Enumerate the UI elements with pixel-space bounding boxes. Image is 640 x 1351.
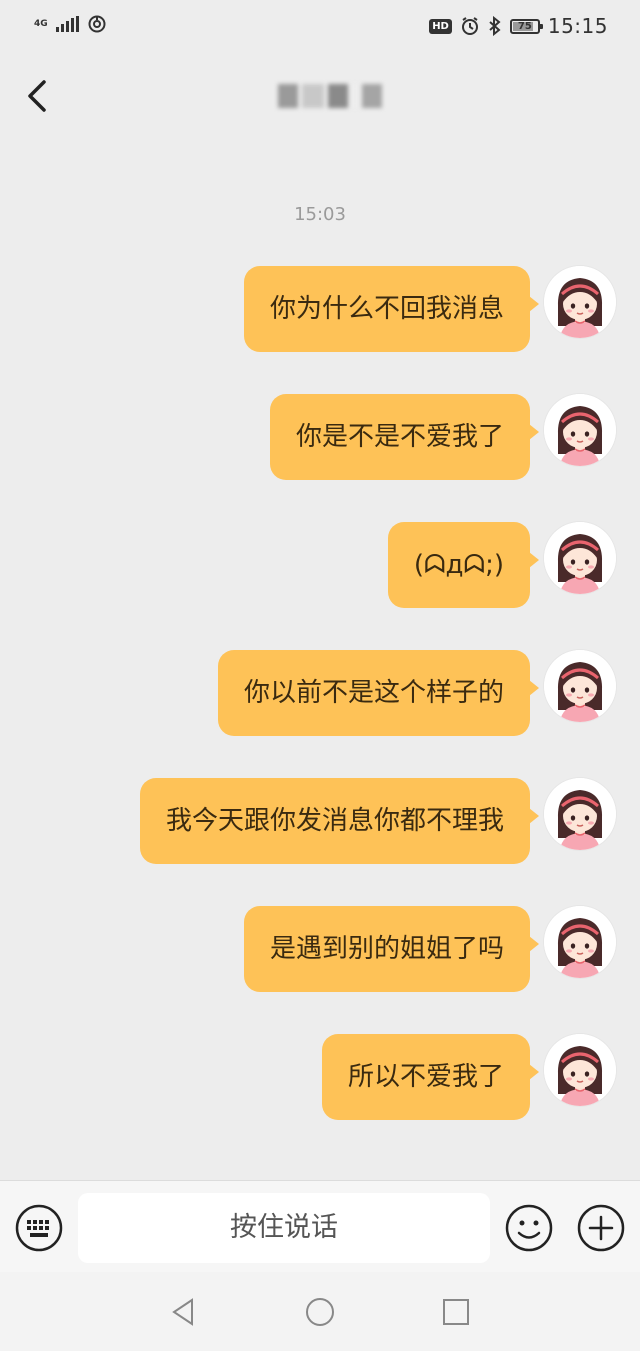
status-left: 4G (34, 14, 107, 34)
message-bubble[interactable]: 你以前不是这个样子的 (217, 650, 540, 736)
message-timestamp: 15:03 (294, 204, 346, 225)
message-row: 所以不爱我了 (321, 1034, 616, 1120)
girl-avatar-icon (544, 394, 616, 466)
avatar[interactable] (544, 650, 616, 722)
emoji-button[interactable] (504, 1203, 554, 1253)
network-label: 4G (34, 18, 48, 29)
avatar[interactable] (544, 266, 616, 338)
message-row: 你为什么不回我消息 (243, 266, 616, 352)
status-bar: 4G HD 75 15:15 (0, 0, 640, 56)
message-row: 你是不是不爱我了 (269, 394, 616, 480)
chat-title-blurred (278, 84, 382, 112)
alarm-icon (461, 17, 478, 35)
message-bubble[interactable]: 所以不爱我了 (321, 1034, 540, 1120)
message-row: 是遇到别的姐姐了吗 (243, 906, 616, 992)
nav-back-button[interactable] (168, 1296, 200, 1328)
girl-avatar-icon (544, 522, 616, 594)
battery-level: 75 (517, 20, 532, 32)
girl-avatar-icon (544, 1034, 616, 1106)
girl-avatar-icon (544, 266, 616, 338)
hold-to-talk-button[interactable]: 按住说话 (78, 1193, 490, 1263)
chat-header (0, 60, 640, 136)
message-bubble[interactable]: 是遇到别的姐姐了吗 (243, 906, 540, 992)
more-actions-button[interactable] (576, 1203, 626, 1253)
hotspot-icon (88, 15, 106, 33)
girl-avatar-icon (544, 778, 616, 850)
bluetooth-icon (489, 16, 501, 36)
avatar[interactable] (544, 1034, 616, 1106)
input-bar: 按住说话 (0, 1180, 640, 1273)
back-button[interactable] (18, 74, 58, 118)
home-circle-icon (306, 1298, 334, 1326)
status-clock: 15:15 (547, 14, 608, 38)
avatar[interactable] (544, 522, 616, 594)
hd-badge: HD (429, 18, 452, 34)
message-row: 你以前不是这个样子的 (217, 650, 616, 736)
emoji-icon (505, 1204, 553, 1252)
system-nav-bar (0, 1272, 640, 1351)
message-row: (ᗣдᗣ;) (387, 522, 616, 608)
message-bubble[interactable]: (ᗣдᗣ;) (387, 522, 540, 608)
chevron-left-icon (28, 80, 46, 112)
recents-square-icon (443, 1299, 469, 1325)
battery-icon: 75 (509, 18, 543, 34)
message-row: 我今天跟你发消息你都不理我 (139, 778, 616, 864)
status-right: HD 75 15:15 (429, 14, 608, 38)
message-bubble[interactable]: 你是不是不爱我了 (269, 394, 540, 480)
message-bubble[interactable]: 我今天跟你发消息你都不理我 (139, 778, 540, 864)
girl-avatar-icon (544, 906, 616, 978)
avatar[interactable] (544, 906, 616, 978)
girl-avatar-icon (544, 650, 616, 722)
avatar[interactable] (544, 778, 616, 850)
message-bubble[interactable]: 你为什么不回我消息 (243, 266, 540, 352)
keyboard-toggle-button[interactable] (14, 1203, 64, 1253)
plus-icon (577, 1204, 625, 1252)
nav-recents-button[interactable] (440, 1296, 472, 1328)
nav-home-button[interactable] (304, 1296, 336, 1328)
signal-icon (56, 16, 79, 32)
avatar[interactable] (544, 394, 616, 466)
back-triangle-icon (172, 1298, 193, 1326)
keyboard-icon (15, 1204, 63, 1252)
